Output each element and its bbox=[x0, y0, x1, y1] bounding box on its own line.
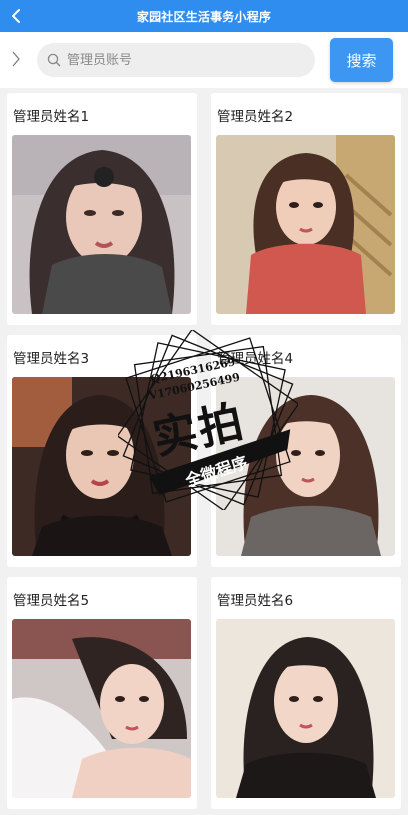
nav-bar: 家园社区生活事务小程序 bbox=[0, 0, 408, 32]
admin-card[interactable]: 管理员姓名6 bbox=[211, 577, 401, 809]
back-button[interactable] bbox=[4, 0, 28, 32]
admin-photo bbox=[216, 619, 395, 798]
admin-name: 管理员姓名1 bbox=[13, 109, 90, 125]
chevron-right-icon[interactable] bbox=[8, 47, 24, 71]
search-input[interactable] bbox=[67, 52, 287, 68]
admin-card[interactable]: 管理员姓名2 bbox=[211, 93, 401, 325]
admin-card[interactable]: 管理员姓名3 bbox=[7, 335, 197, 567]
page-title: 家园社区生活事务小程序 bbox=[136, 9, 272, 24]
admin-name: 管理员姓名5 bbox=[13, 593, 90, 609]
admin-card[interactable]: 管理员姓名1 bbox=[7, 93, 197, 325]
admin-photo bbox=[216, 377, 395, 556]
search-bar: 搜索 bbox=[0, 32, 408, 88]
admin-card[interactable]: 管理员姓名4 bbox=[211, 335, 401, 567]
admin-photo bbox=[12, 377, 191, 556]
admin-name: 管理员姓名6 bbox=[217, 593, 294, 609]
admin-photo bbox=[12, 135, 191, 314]
search-field[interactable] bbox=[37, 43, 315, 77]
admin-name: 管理员姓名2 bbox=[217, 109, 294, 125]
search-button[interactable]: 搜索 bbox=[330, 38, 393, 82]
chevron-left-icon bbox=[12, 9, 20, 23]
admin-name: 管理员姓名4 bbox=[217, 351, 294, 367]
search-icon bbox=[47, 53, 61, 67]
admin-card[interactable]: 管理员姓名5 bbox=[7, 577, 197, 809]
admin-photo bbox=[12, 619, 191, 798]
admin-photo bbox=[216, 135, 395, 314]
admin-name: 管理员姓名3 bbox=[13, 351, 90, 367]
